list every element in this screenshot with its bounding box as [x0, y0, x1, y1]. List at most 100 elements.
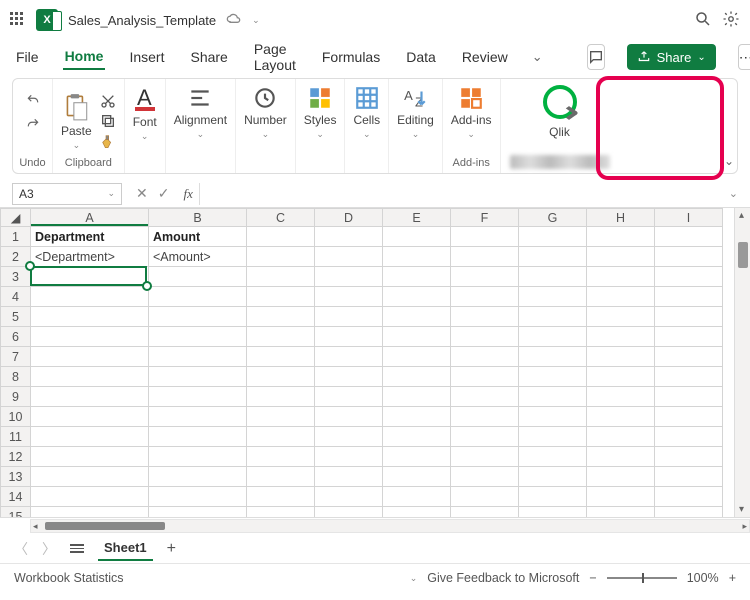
cell-E9[interactable] — [383, 387, 451, 407]
cell-I5[interactable] — [655, 307, 723, 327]
cell-D4[interactable] — [315, 287, 383, 307]
accept-formula-icon[interactable]: ✓ — [158, 185, 170, 202]
filename-chevron-icon[interactable]: ⌄ — [252, 15, 260, 26]
cell-C1[interactable] — [247, 227, 315, 247]
vertical-scrollbar[interactable]: ▴ ▾ — [734, 208, 750, 517]
cell-I15[interactable] — [655, 507, 723, 518]
cell-H2[interactable] — [587, 247, 655, 267]
cell-I7[interactable] — [655, 347, 723, 367]
cell-C13[interactable] — [247, 467, 315, 487]
cell-H5[interactable] — [587, 307, 655, 327]
row-header[interactable]: 6 — [1, 327, 31, 347]
cell-F9[interactable] — [451, 387, 519, 407]
format-painter-icon[interactable] — [100, 133, 116, 149]
feedback-link[interactable]: Give Feedback to Microsoft — [427, 571, 579, 585]
tab-insert[interactable]: Insert — [127, 45, 166, 69]
all-sheets-icon[interactable] — [70, 544, 84, 553]
sheet-tab-1[interactable]: Sheet1 — [98, 536, 153, 561]
cell-F13[interactable] — [451, 467, 519, 487]
formula-expand-icon[interactable]: ⌄ — [729, 187, 738, 200]
cell-G6[interactable] — [519, 327, 587, 347]
cell-E4[interactable] — [383, 287, 451, 307]
cell-D8[interactable] — [315, 367, 383, 387]
cell-G7[interactable] — [519, 347, 587, 367]
cell-H14[interactable] — [587, 487, 655, 507]
cell-A11[interactable] — [31, 427, 149, 447]
col-header-B[interactable]: B — [149, 209, 247, 227]
cell-H7[interactable] — [587, 347, 655, 367]
cell-I1[interactable] — [655, 227, 723, 247]
cell-E15[interactable] — [383, 507, 451, 518]
cell-G8[interactable] — [519, 367, 587, 387]
cell-E14[interactable] — [383, 487, 451, 507]
cell-C11[interactable] — [247, 427, 315, 447]
cell-D2[interactable] — [315, 247, 383, 267]
cell-H12[interactable] — [587, 447, 655, 467]
cell-F7[interactable] — [451, 347, 519, 367]
zoom-out-button[interactable]: − — [589, 571, 596, 585]
cell-I10[interactable] — [655, 407, 723, 427]
cell-A13[interactable] — [31, 467, 149, 487]
row-header[interactable]: 13 — [1, 467, 31, 487]
fx-icon[interactable]: fx — [183, 186, 192, 202]
cell-D9[interactable] — [315, 387, 383, 407]
cell-C15[interactable] — [247, 507, 315, 518]
workbook-statistics[interactable]: Workbook Statistics — [14, 571, 124, 585]
cell-B4[interactable] — [149, 287, 247, 307]
cell-B15[interactable] — [149, 507, 247, 518]
row-header[interactable]: 14 — [1, 487, 31, 507]
cell-B12[interactable] — [149, 447, 247, 467]
row-header[interactable]: 10 — [1, 407, 31, 427]
cell-F15[interactable] — [451, 507, 519, 518]
cell-A2[interactable]: <Department> — [31, 247, 149, 267]
cell-F5[interactable] — [451, 307, 519, 327]
cell-G9[interactable] — [519, 387, 587, 407]
cell-D12[interactable] — [315, 447, 383, 467]
cell-H15[interactable] — [587, 507, 655, 518]
styles-button[interactable]: Styles⌄ — [304, 85, 337, 140]
cell-I9[interactable] — [655, 387, 723, 407]
col-header-I[interactable]: I — [655, 209, 723, 227]
cell-C5[interactable] — [247, 307, 315, 327]
cell-I4[interactable] — [655, 287, 723, 307]
cell-A15[interactable] — [31, 507, 149, 518]
row-header[interactable]: 9 — [1, 387, 31, 407]
cells-button[interactable]: Cells⌄ — [353, 85, 380, 140]
cell-C8[interactable] — [247, 367, 315, 387]
cell-D10[interactable] — [315, 407, 383, 427]
cell-C3[interactable] — [247, 267, 315, 287]
cell-G15[interactable] — [519, 507, 587, 518]
cell-C9[interactable] — [247, 387, 315, 407]
cell-B5[interactable] — [149, 307, 247, 327]
cell-I8[interactable] — [655, 367, 723, 387]
cell-G5[interactable] — [519, 307, 587, 327]
cell-I2[interactable] — [655, 247, 723, 267]
cell-F14[interactable] — [451, 487, 519, 507]
cell-E7[interactable] — [383, 347, 451, 367]
ribbon-collapse-chevron-icon[interactable]: ⌄ — [724, 154, 734, 168]
cell-H6[interactable] — [587, 327, 655, 347]
formula-bar[interactable]: ⌄ — [199, 183, 738, 205]
cell-I6[interactable] — [655, 327, 723, 347]
name-box[interactable]: A3 ⌄ — [12, 183, 122, 205]
col-header-E[interactable]: E — [383, 209, 451, 227]
cell-E12[interactable] — [383, 447, 451, 467]
cell-I12[interactable] — [655, 447, 723, 467]
cell-H1[interactable] — [587, 227, 655, 247]
editing-button[interactable]: AZ Editing⌄ — [397, 85, 434, 140]
redo-icon[interactable] — [24, 117, 42, 131]
cell-G11[interactable] — [519, 427, 587, 447]
font-button[interactable]: A Font⌄ — [133, 85, 157, 142]
cell-F2[interactable] — [451, 247, 519, 267]
cell-G12[interactable] — [519, 447, 587, 467]
row-header[interactable]: 4 — [1, 287, 31, 307]
zoom-level[interactable]: 100% — [687, 571, 719, 585]
comments-button[interactable] — [587, 44, 605, 70]
tab-formulas[interactable]: Formulas — [320, 45, 382, 69]
cell-B8[interactable] — [149, 367, 247, 387]
cut-icon[interactable] — [100, 93, 116, 109]
cell-C2[interactable] — [247, 247, 315, 267]
cell-C4[interactable] — [247, 287, 315, 307]
cell-D3[interactable] — [315, 267, 383, 287]
search-icon[interactable] — [694, 10, 712, 31]
